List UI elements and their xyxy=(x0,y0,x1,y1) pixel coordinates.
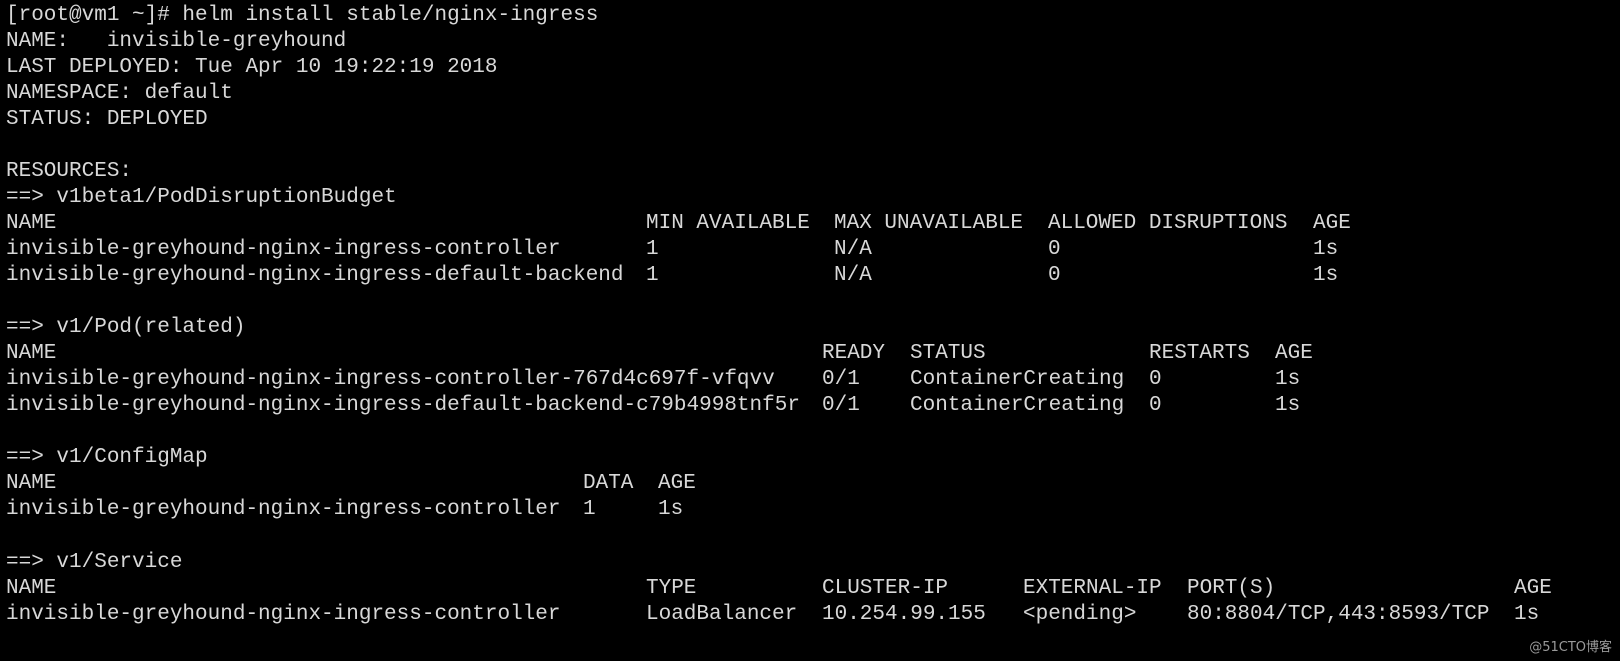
pod-row-age: 1s xyxy=(1275,368,1301,391)
last-deployed-line: LAST DEPLOYED: Tue Apr 10 19:22:19 2018 xyxy=(6,56,498,79)
pod-row-name: invisible-greyhound-nginx-ingress-defaul… xyxy=(6,394,800,417)
pdb-row-min-available: 1 xyxy=(646,264,659,287)
service-col-name: NAME xyxy=(6,577,57,600)
site-watermark: @51CTO博客 xyxy=(1529,640,1612,655)
pod-row-ready: 0/1 xyxy=(822,394,860,417)
terminal-window[interactable]: [root@vm1 ~]# helm install stable/nginx-… xyxy=(0,0,1620,661)
configmap-section-header: ==> v1/ConfigMap xyxy=(6,446,208,469)
pdb-row-max-unavailable: N/A xyxy=(834,264,872,287)
pod-row-status: ContainerCreating xyxy=(910,368,1125,391)
service-col-ports: PORT(S) xyxy=(1187,577,1276,600)
pdb-row-age: 1s xyxy=(1313,238,1339,261)
configmap-col-age: AGE xyxy=(658,472,696,495)
configmap-row: invisible-greyhound-nginx-ingress-contro… xyxy=(6,497,1606,523)
pod-row: invisible-greyhound-nginx-ingress-defaul… xyxy=(6,393,1606,419)
service-row-type: LoadBalancer xyxy=(646,603,798,626)
service-row-external-ip: <pending> xyxy=(1023,603,1137,626)
configmap-col-data: DATA xyxy=(583,472,634,495)
configmap-column-header-row: NAME DATA AGE xyxy=(6,471,1606,497)
namespace-line: NAMESPACE: default xyxy=(6,82,233,105)
pdb-row-allowed-disruptions: 0 xyxy=(1048,238,1061,261)
pdb-row-age: 1s xyxy=(1313,264,1339,287)
release-name-line: NAME: invisible-greyhound xyxy=(6,30,347,53)
pod-row-restarts: 0 xyxy=(1149,394,1162,417)
service-col-age: AGE xyxy=(1514,577,1552,600)
service-column-header-row: NAME TYPE CLUSTER-IP EXTERNAL-IP PORT(S)… xyxy=(6,576,1606,602)
service-col-external-ip: EXTERNAL-IP xyxy=(1023,577,1162,600)
pod-row-status: ContainerCreating xyxy=(910,394,1125,417)
service-row-cluster-ip: 10.254.99.155 xyxy=(822,603,986,626)
pdb-row-name: invisible-greyhound-nginx-ingress-defaul… xyxy=(6,264,624,287)
configmap-col-name: NAME xyxy=(6,472,57,495)
pdb-row-max-unavailable: N/A xyxy=(834,238,872,261)
pdb-row-name: invisible-greyhound-nginx-ingress-contro… xyxy=(6,238,561,261)
pod-col-status: STATUS xyxy=(910,342,986,365)
pod-row-name: invisible-greyhound-nginx-ingress-contro… xyxy=(6,368,775,391)
pod-col-ready: READY xyxy=(822,342,886,365)
pod-row-ready: 0/1 xyxy=(822,368,860,391)
pod-section-header: ==> v1/Pod(related) xyxy=(6,316,246,339)
configmap-row-data: 1 xyxy=(583,498,596,521)
pdb-row-allowed-disruptions: 0 xyxy=(1048,264,1061,287)
pdb-row: invisible-greyhound-nginx-ingress-contro… xyxy=(6,237,1606,263)
pdb-row: invisible-greyhound-nginx-ingress-defaul… xyxy=(6,263,1606,289)
service-col-cluster-ip: CLUSTER-IP xyxy=(822,577,949,600)
configmap-row-name: invisible-greyhound-nginx-ingress-contro… xyxy=(6,498,561,521)
pdb-col-age: AGE xyxy=(1313,212,1351,235)
service-section-header: ==> v1/Service xyxy=(6,551,183,574)
pod-col-name: NAME xyxy=(6,342,57,365)
pod-col-restarts: RESTARTS xyxy=(1149,342,1250,365)
service-col-type: TYPE xyxy=(646,577,697,600)
pod-row-age: 1s xyxy=(1275,394,1301,417)
service-row-name: invisible-greyhound-nginx-ingress-contro… xyxy=(6,603,561,626)
pdb-col-max-unavailable: MAX UNAVAILABLE xyxy=(834,212,1024,235)
pdb-col-allowed-disruptions: ALLOWED DISRUPTIONS xyxy=(1048,212,1288,235)
status-line: STATUS: DEPLOYED xyxy=(6,108,208,131)
service-row: invisible-greyhound-nginx-ingress-contro… xyxy=(6,602,1606,628)
pdb-col-name: NAME xyxy=(6,212,57,235)
pdb-row-min-available: 1 xyxy=(646,238,659,261)
pod-col-age: AGE xyxy=(1275,342,1313,365)
pod-row: invisible-greyhound-nginx-ingress-contro… xyxy=(6,367,1606,393)
pod-column-header-row: NAME READY STATUS RESTARTS AGE xyxy=(6,341,1606,367)
pod-row-restarts: 0 xyxy=(1149,368,1162,391)
configmap-row-age: 1s xyxy=(658,498,684,521)
pdb-col-min-available: MIN AVAILABLE xyxy=(646,212,810,235)
service-row-ports: 80:8804/TCP,443:8593/TCP xyxy=(1187,603,1490,626)
prompt-command-line: [root@vm1 ~]# helm install stable/nginx-… xyxy=(6,4,599,27)
resources-heading: RESOURCES: xyxy=(6,160,133,183)
pdb-section-header: ==> v1beta1/PodDisruptionBudget xyxy=(6,186,397,209)
pdb-column-header-row: NAME MIN AVAILABLE MAX UNAVAILABLE ALLOW… xyxy=(6,211,1606,237)
service-row-age: 1s xyxy=(1514,603,1540,626)
